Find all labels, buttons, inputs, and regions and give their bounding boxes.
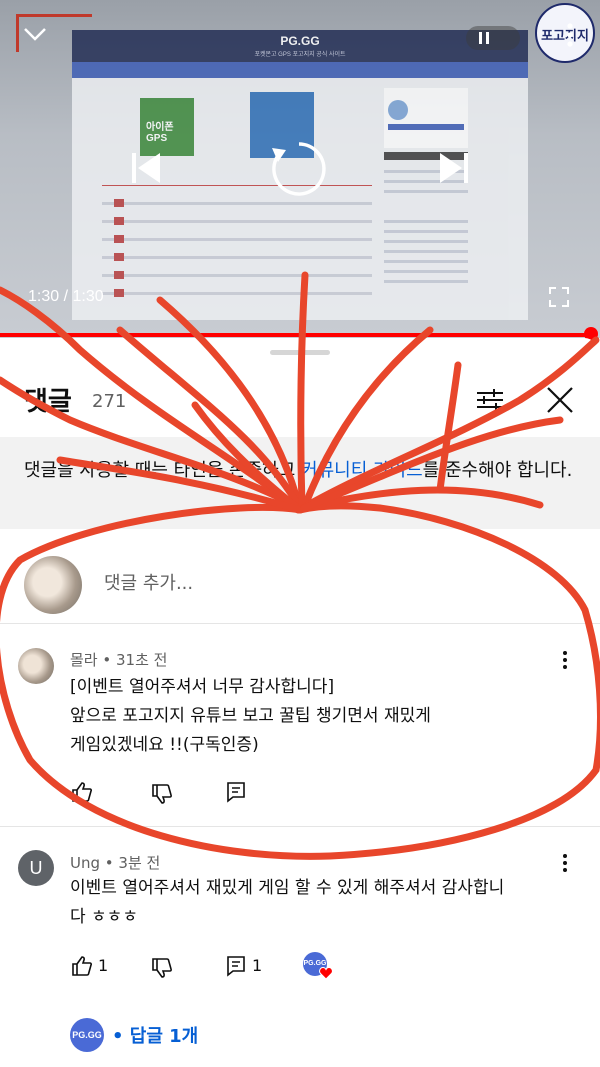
pause-icon-bar: [486, 32, 489, 44]
embedded-sidebar-row: [384, 240, 468, 243]
comment-author[interactable]: Ung: [70, 854, 100, 872]
embedded-site-title: PG.GG: [280, 34, 320, 48]
like-icon[interactable]: [70, 780, 94, 804]
embedded-sidebar-row: [384, 280, 468, 283]
reply-icon[interactable]: [224, 954, 248, 978]
guidelines-text-prefix: 댓글을 사용할 때는 타인을 존중하고: [24, 460, 302, 481]
embedded-profile-box: [384, 88, 468, 148]
guidelines-text-suffix: 를 준수해야 합니다.: [422, 460, 573, 481]
next-icon[interactable]: [436, 150, 470, 186]
comment-text: 이벤트 열어주셔서 재밌게 게임 할 수 있게 해주셔서 감사합니 다 ㅎㅎㅎ: [70, 878, 505, 927]
divider: [0, 623, 600, 624]
embedded-thumbnail: 아이폰 GPS: [140, 98, 194, 156]
comment-text: [이벤트 열어주셔서 너무 감사합니다] 앞으로 포고지지 유튜브 보고 꿀팁 …: [70, 677, 431, 755]
divider: [0, 826, 600, 827]
embedded-list-row: [102, 271, 372, 279]
previous-icon[interactable]: [130, 150, 164, 186]
fullscreen-icon[interactable]: [548, 286, 570, 308]
comments-count: 271: [92, 391, 127, 412]
embedded-list-row: [102, 289, 372, 297]
more-vert-icon[interactable]: [560, 20, 580, 50]
embedded-site-nav: [72, 62, 528, 78]
like-icon[interactable]: [70, 954, 94, 978]
embedded-sidebar-row: [384, 260, 468, 263]
comment-author-avatar[interactable]: [18, 648, 54, 684]
embedded-list-row: [102, 235, 372, 243]
dislike-icon[interactable]: [150, 956, 174, 980]
embedded-site-header: PG.GG 포켓몬고 GPS 포고지지 공식 사이트: [72, 30, 528, 62]
replay-icon[interactable]: [268, 138, 330, 200]
comment-meta: Ung • 3분 전: [70, 854, 161, 872]
view-replies-link[interactable]: • 답글 1개: [112, 1022, 198, 1048]
reply-icon[interactable]: [224, 780, 248, 804]
dislike-icon[interactable]: [150, 782, 174, 806]
chevron-down-icon[interactable]: [22, 22, 48, 46]
embedded-list-row: [102, 253, 372, 261]
overlay-frame-line: [16, 14, 19, 52]
embedded-list-row: [102, 199, 372, 207]
add-comment-input[interactable]: [104, 566, 564, 600]
total-duration: 1:30: [72, 288, 104, 305]
more-vert-icon[interactable]: [555, 851, 575, 875]
my-avatar: [24, 556, 82, 614]
embedded-sidebar-row: [384, 270, 468, 273]
comment-time: 31초 전: [116, 651, 168, 669]
heart-icon: [319, 966, 333, 980]
more-vert-icon[interactable]: [555, 648, 575, 672]
comment-meta: 몰라 • 31초 전: [70, 651, 168, 669]
progress-bar[interactable]: [0, 333, 594, 337]
overlay-frame-line: [16, 14, 92, 17]
video-player[interactable]: PG.GG 포켓몬고 GPS 포고지지 공식 사이트 아이폰 GPS 포고지지: [0, 0, 600, 338]
thumbnail-text: 아이폰 GPS: [146, 122, 174, 144]
time-display: 1:30 / 1:30: [28, 288, 104, 305]
pause-button[interactable]: [466, 26, 520, 50]
pause-icon: [479, 32, 482, 44]
comment-time: 3분 전: [118, 854, 161, 872]
community-guidelines-text: 댓글을 사용할 때는 타인을 존중하고 커뮤니티 가이드를 준수해야 합니다.: [24, 457, 584, 485]
embedded-site-subtitle: 포켓몬고 GPS 포고지지 공식 사이트: [254, 52, 346, 58]
comments-title: 댓글: [24, 387, 72, 417]
filter-icon[interactable]: [474, 384, 506, 416]
reply-author-avatar: PG.GG: [70, 1018, 104, 1052]
reply-count: 1: [252, 956, 263, 975]
embedded-sidebar-row: [384, 190, 468, 193]
elapsed-time: 1:30: [28, 288, 60, 305]
embedded-sidebar-row: [384, 230, 468, 233]
embedded-sidebar-row: [384, 250, 468, 253]
like-count: 1: [98, 956, 109, 975]
comment-author-avatar[interactable]: U: [18, 850, 54, 886]
comment-author[interactable]: 몰라: [70, 651, 98, 669]
embedded-list-row: [102, 217, 372, 225]
drag-handle[interactable]: [270, 350, 330, 355]
close-icon[interactable]: [544, 384, 576, 416]
creator-heart: PG.GG: [303, 952, 333, 982]
embedded-sidebar-row: [384, 220, 468, 223]
community-guidelines-link[interactable]: 커뮤니티 가이드: [301, 460, 423, 481]
